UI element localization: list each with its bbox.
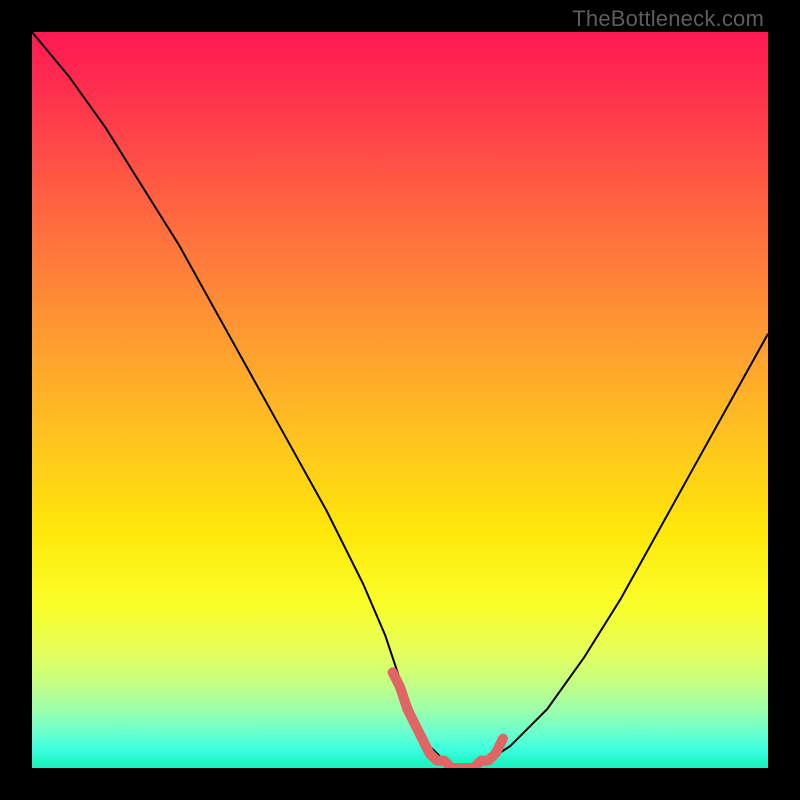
plot-area — [32, 32, 768, 768]
chart-frame: TheBottleneck.com — [0, 0, 800, 800]
curve-layer — [32, 32, 768, 768]
optimal-region-marker — [393, 672, 503, 768]
bottleneck-curve — [32, 32, 768, 768]
watermark-text: TheBottleneck.com — [572, 6, 764, 32]
